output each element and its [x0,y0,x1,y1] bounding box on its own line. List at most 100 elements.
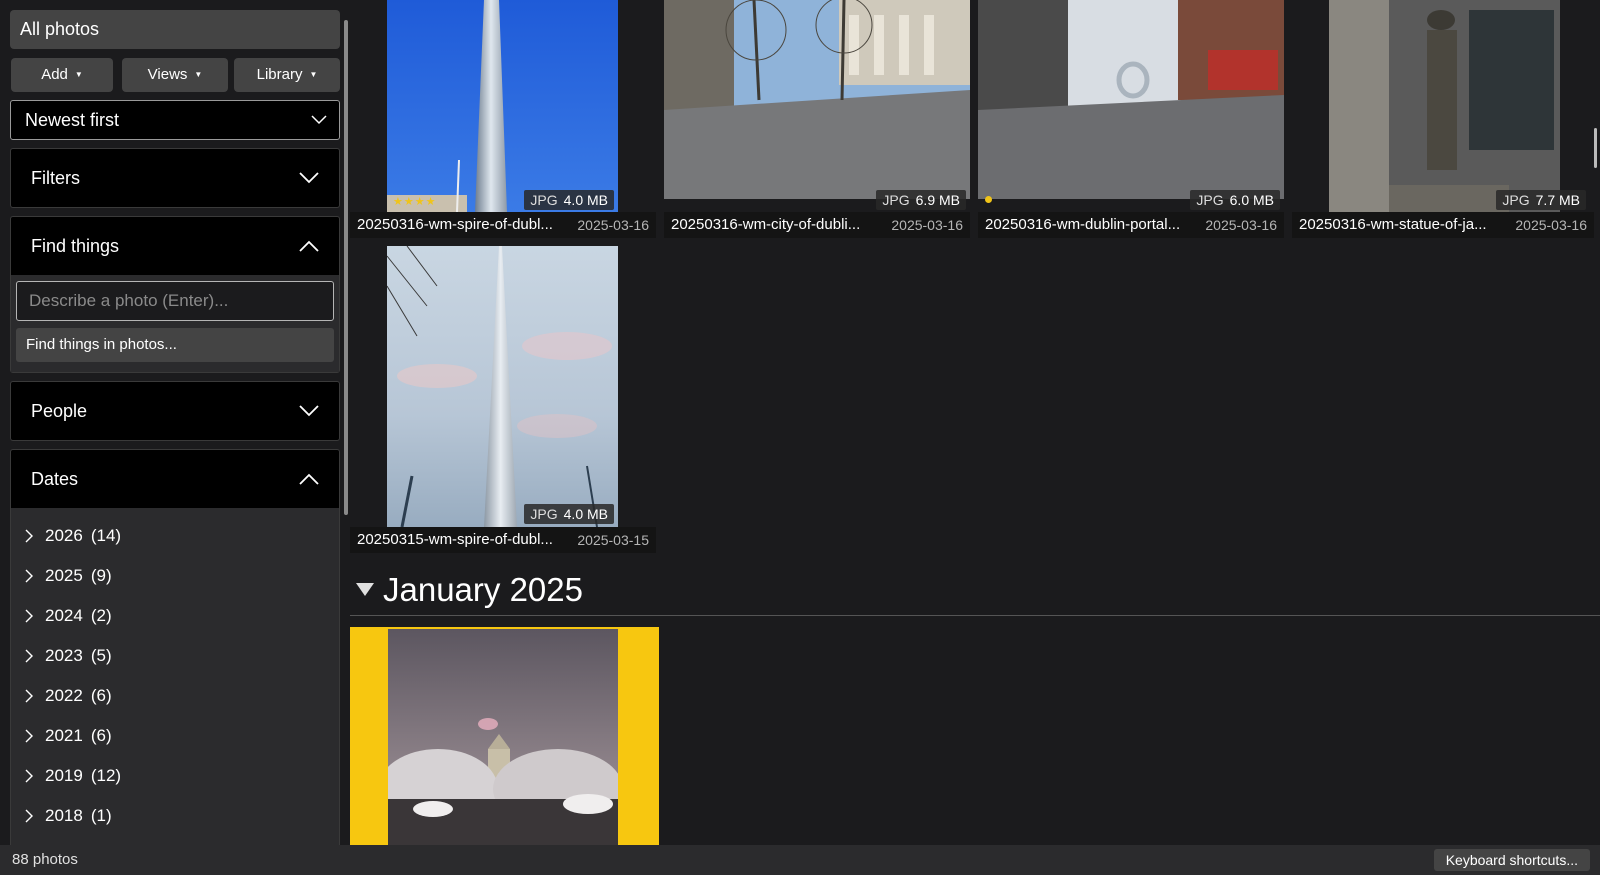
photo-caption: 20250316-wm-spire-of-dubl... 2025-03-16 [350,212,656,238]
sort-select[interactable]: Newest first [10,100,340,140]
people-header[interactable]: People [11,382,339,440]
sort-selected-value: Newest first [25,110,120,130]
filters-header[interactable]: Filters [11,149,339,207]
all-photos-button[interactable]: All photos [10,10,340,49]
photo-caption: 20250316-wm-city-of-dubli... 2025-03-16 [664,212,970,238]
describe-photo-input[interactable] [16,281,334,321]
photo-thumbnail [388,629,618,845]
find-things-title: Find things [31,236,120,256]
date-year-item[interactable]: 2019 (12) [11,756,339,796]
file-size: 6.0 MB [1229,192,1274,208]
find-things-panel: Find things Find things in photos... [10,216,340,373]
date-year-label: 2025 [45,566,83,585]
date-year-count: (14) [90,526,122,545]
people-panel: People [10,381,340,441]
photo-caption: 20250316-wm-statue-of-ja... 2025-03-16 [1292,212,1594,238]
photo-tile[interactable]: JPG 6.9 MB 20250316-wm-city-of-dubli... 2… [664,0,970,238]
file-type: JPG [530,192,558,208]
date-year-label: 2022 [45,686,83,705]
date-year-item[interactable]: 2018 (1) [11,796,339,836]
add-label: Add [41,66,68,83]
photo-thumbnail [1329,0,1560,212]
date-year-item[interactable]: 2022 (6) [11,676,339,716]
photo-thumbnail [387,246,618,527]
people-title: People [31,401,88,421]
date-year-label: 2021 [45,726,83,745]
caret-down-icon: ▼ [309,70,318,79]
dates-header[interactable]: Dates [11,450,339,508]
chevron-right-icon [25,649,33,663]
photo-count: 88 photos [12,851,78,868]
file-type: JPG [1196,192,1224,208]
date-year-item[interactable]: 2023 (5) [11,636,339,676]
photo-tile-selected[interactable] [350,627,659,845]
views-label: Views [147,66,188,83]
photo-date: 2025-03-16 [1515,217,1587,233]
find-things-body: Find things in photos... [11,275,339,372]
find-things-header[interactable]: Find things [11,217,339,275]
photo-date: 2025-03-16 [577,217,649,233]
photo-thumbnail [387,0,618,212]
date-year-label: 2026 [45,526,83,545]
photo-caption: 20250315-wm-spire-of-dubl... 2025-03-15 [350,527,656,553]
date-year-item[interactable]: 2026 (14) [11,516,339,556]
file-size: 6.9 MB [915,192,960,208]
dates-panel: Dates 2026 (14) 2025 (9) 2024 (2) 2023 (5) 2… [10,449,340,845]
sidebar-scrollbar[interactable] [344,20,348,515]
chevron-right-icon [25,569,33,583]
chevron-up-icon [299,473,319,485]
star-rating[interactable]: ★★★★ [393,195,436,208]
date-year-count: (1) [90,806,112,825]
date-year-count: (12) [90,766,122,785]
dates-title: Dates [31,469,79,489]
chevron-right-icon [25,729,33,743]
chevron-down-icon [299,172,319,184]
date-year-item[interactable]: 2021 (6) [11,716,339,756]
filters-title: Filters [31,168,80,188]
photo-tile[interactable]: JPG 4.0 MB 20250315-wm-spire-of-dubl... 2… [350,246,656,553]
chevron-up-icon [299,240,319,252]
date-year-label: 2024 [45,606,83,625]
date-year-label: 2019 [45,766,83,785]
find-things-button[interactable]: Find things in photos... [16,328,334,362]
photo-caption: 20250316-wm-dublin-portal... 2025-03-16 [978,212,1284,238]
filters-panel: Filters [10,148,340,208]
chevron-down-icon [299,405,319,417]
photo-tile[interactable]: ★★★★ JPG 4.0 MB 20250316-wm-spire-of-dubl… [350,0,656,238]
chevron-right-icon [25,529,33,543]
photo-thumbnail [978,0,1284,199]
caret-down-icon: ▼ [74,70,83,79]
date-year-count: (5) [90,646,112,665]
photo-tile[interactable]: JPG 6.0 MB 20250316-wm-dublin-portal... 2… [978,0,1284,238]
file-size: 4.0 MB [563,192,608,208]
date-year-item[interactable]: 2024 (2) [11,596,339,636]
add-menu-button[interactable]: Add ▼ [11,58,113,92]
date-year-count: (9) [90,566,112,585]
collapse-triangle-icon [356,583,374,596]
status-bar: 88 photos Keyboard shortcuts... [0,845,1600,875]
file-size: 4.0 MB [563,506,608,522]
caret-down-icon: ▼ [194,70,203,79]
photo-thumbnail [664,0,970,199]
file-badge: JPG 4.0 MB [524,190,614,210]
color-label-dot [985,196,992,203]
keyboard-shortcuts-button[interactable]: Keyboard shortcuts... [1433,849,1590,871]
photo-filename: 20250315-wm-spire-of-dubl... [357,531,553,548]
chevron-right-icon [25,609,33,623]
date-year-item[interactable]: 2025 (9) [11,556,339,596]
file-badge: JPG 6.0 MB [1190,190,1280,210]
photo-tile[interactable]: JPG 7.7 MB 20250316-wm-statue-of-ja... 20… [1292,0,1594,238]
library-label: Library [256,66,303,83]
photo-filename: 20250316-wm-dublin-portal... [985,216,1181,233]
chevron-right-icon [25,809,33,823]
date-year-label: 2023 [45,646,83,665]
views-menu-button[interactable]: Views ▼ [122,58,228,92]
date-year-count: (2) [90,606,112,625]
month-group-header[interactable]: January 2025 [350,565,1600,616]
photo-date: 2025-03-15 [577,532,649,548]
photo-grid: ★★★★ JPG 4.0 MB 20250316-wm-spire-of-dubl… [350,0,1600,845]
grid-scrollbar[interactable] [1594,128,1597,168]
file-size: 7.7 MB [1535,192,1580,208]
sidebar: All photos Add ▼ Views ▼ Library ▼ Newest f… [0,0,340,845]
library-menu-button[interactable]: Library ▼ [234,58,340,92]
